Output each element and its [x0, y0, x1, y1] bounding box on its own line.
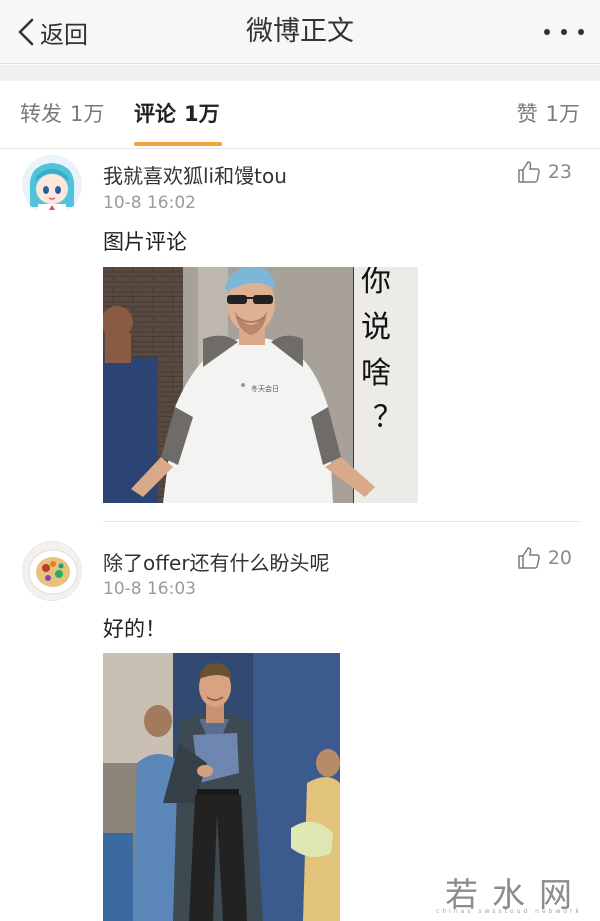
thumbs-up-icon — [518, 547, 540, 569]
tab-comment[interactable]: 评论 1万 — [134, 81, 220, 149]
comment-username[interactable]: 我就喜欢狐li和馒tou — [103, 160, 287, 189]
chevron-left-icon — [18, 18, 34, 46]
image-caption-char: 你 — [361, 267, 391, 299]
tab-repost-count: 1万 — [70, 102, 105, 126]
image-caption-char: 说 — [361, 310, 391, 345]
like-count: 23 — [547, 161, 572, 183]
watermark-subtext: chinas swsstoud nebwork — [436, 908, 582, 915]
comment-item: 除了offer还有什么盼头呢 10-8 16:03 20 好的！ — [0, 523, 600, 921]
avatar[interactable] — [22, 541, 82, 601]
image-caption-char: ？ — [373, 400, 403, 435]
active-tab-indicator — [134, 142, 222, 146]
comment-time: 10-8 16:03 — [103, 579, 196, 599]
tab-repost[interactable]: 转发 1万 — [20, 81, 104, 149]
comment-item: 我就喜欢狐li和馒tou 10-8 16:02 23 图片评论 冬天会日 你 说… — [0, 150, 600, 522]
tab-like-label: 赞 — [516, 102, 538, 126]
thumbs-up-icon — [518, 161, 540, 183]
comment-text: 图片评论 — [103, 230, 187, 254]
comment-divider — [103, 521, 580, 522]
comment-like-button[interactable]: 23 — [517, 160, 572, 184]
like-count: 20 — [547, 547, 572, 569]
nav-bar: 返回 微博正文 — [0, 0, 600, 64]
tab-like[interactable]: 赞 1万 — [517, 81, 580, 149]
shirt-text: 冬天会日 — [251, 384, 279, 393]
back-button[interactable]: 返回 — [16, 14, 88, 50]
tab-like-count: 1万 — [545, 102, 580, 126]
back-label: 返回 — [40, 20, 88, 49]
comment-image[interactable] — [103, 653, 340, 921]
tab-comment-count: 1万 — [184, 102, 220, 126]
tab-repost-label: 转发 — [20, 102, 62, 126]
page-title: 微博正文 — [246, 16, 354, 47]
avatar[interactable] — [22, 155, 82, 215]
more-button[interactable] — [544, 20, 584, 44]
image-caption-char: 啥 — [361, 356, 391, 391]
more-dots-icon — [544, 29, 550, 35]
comment-time: 10-8 16:02 — [103, 193, 196, 213]
comment-tabs: 转发 1万 评论 1万 赞 1万 — [0, 81, 600, 149]
section-gap — [0, 65, 600, 81]
tab-comment-label: 评论 — [134, 102, 176, 126]
comment-text: 好的！ — [103, 617, 166, 641]
comment-like-button[interactable]: 20 — [517, 546, 572, 570]
more-dot — [578, 29, 584, 35]
anime-girl-avatar — [22, 155, 82, 215]
comment-username[interactable]: 除了offer还有什么盼头呢 — [103, 547, 330, 576]
more-dot — [561, 29, 567, 35]
food-plate-avatar — [23, 542, 81, 600]
comment-image[interactable]: 冬天会日 你 说 啥 ？ — [103, 267, 418, 503]
